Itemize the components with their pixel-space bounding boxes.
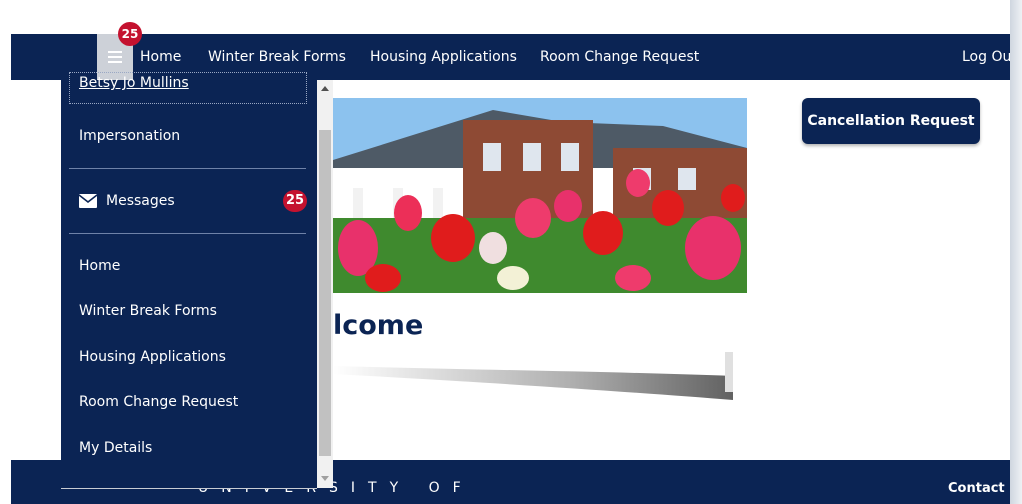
nav-housing-applications[interactable]: Housing Applications (370, 49, 517, 65)
drawer-item-winter-break-forms[interactable]: Winter Break Forms (79, 303, 217, 319)
drawer-item-housing-applications[interactable]: Housing Applications (79, 349, 226, 365)
messages-count-badge: 25 (283, 190, 307, 212)
hero-illustration (333, 98, 747, 293)
drawer-scrollbar[interactable] (317, 80, 333, 488)
drawer-item-my-details[interactable]: My Details (79, 440, 152, 456)
notification-badge: 25 (118, 22, 142, 46)
drawer-divider (69, 233, 306, 234)
drawer-item-room-change-request[interactable]: Room Change Request (79, 394, 238, 410)
window-edge (1010, 0, 1022, 504)
footer-contact-link[interactable]: Contact U (948, 481, 1010, 496)
nav-logout[interactable]: Log Ou (962, 49, 1010, 65)
nav-home[interactable]: Home (140, 49, 181, 65)
scroll-down-arrow-icon[interactable] (321, 476, 329, 481)
user-name: Betsy Jo Mullins (79, 75, 189, 91)
welcome-heading: lcome (333, 310, 424, 341)
nav-room-change-request[interactable]: Room Change Request (540, 49, 699, 65)
browser-viewport: Home Winter Break Forms Housing Applicat… (0, 0, 1010, 504)
drawer-item-home[interactable]: Home (79, 258, 120, 274)
scrollbar-thumb[interactable] (319, 130, 331, 456)
cancellation-request-button[interactable]: Cancellation Request (802, 98, 980, 144)
drawer-divider (69, 168, 306, 169)
scroll-up-arrow-icon[interactable] (321, 86, 329, 91)
nav-winter-break-forms[interactable]: Winter Break Forms (208, 49, 346, 65)
drawer-bottom-border (61, 488, 317, 489)
side-drawer: Betsy Jo Mullins Impersonation Messages … (61, 72, 317, 488)
drawer-item-impersonation[interactable]: Impersonation (79, 128, 180, 144)
heading-underline-shadow (333, 352, 733, 400)
user-profile-link[interactable]: Betsy Jo Mullins (69, 72, 307, 104)
envelope-icon (79, 194, 97, 208)
hero-image (333, 98, 747, 293)
messages-label: Messages (106, 193, 175, 209)
